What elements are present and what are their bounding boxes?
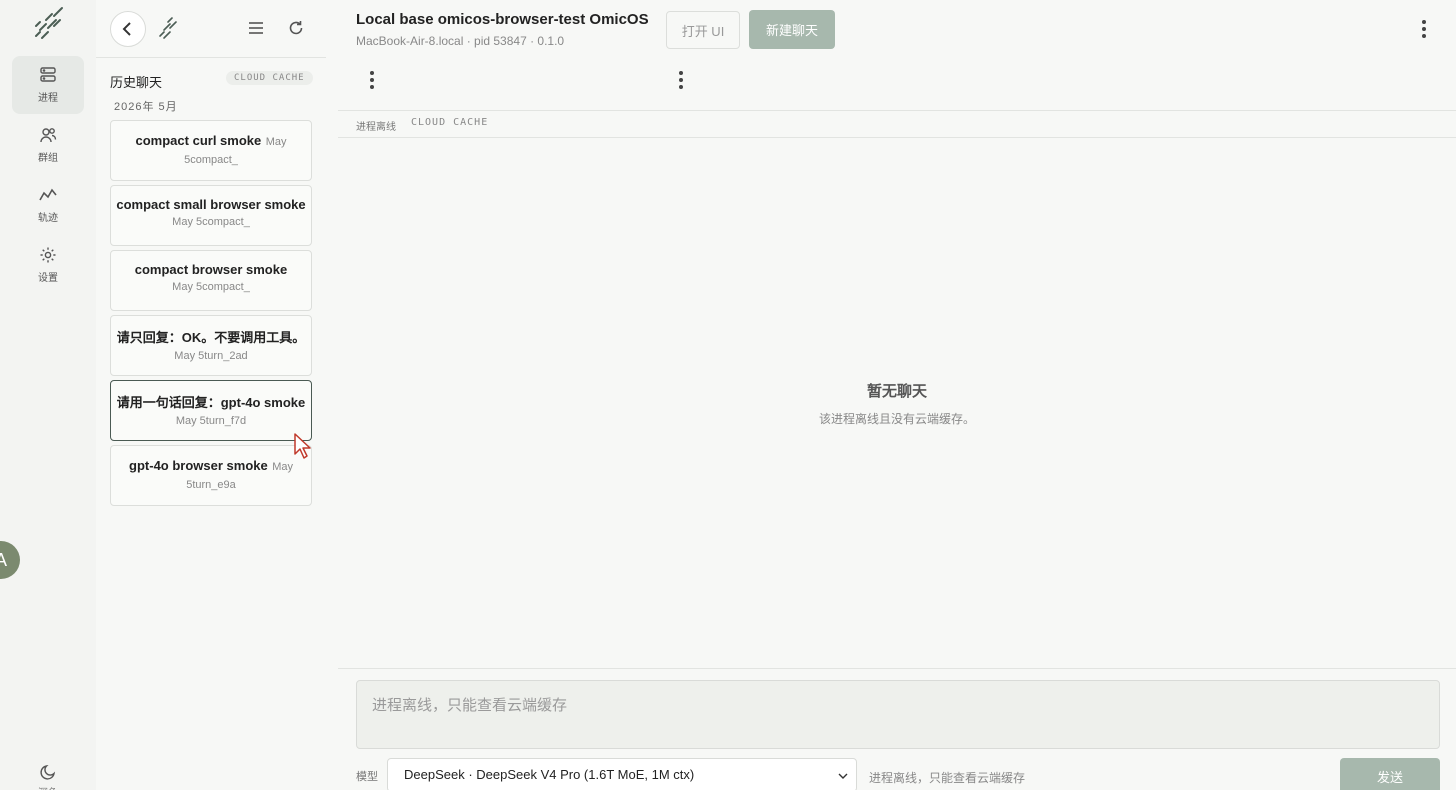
- page-subtitle: MacBook-Air-8.local · pid 53847 · 0.1.0: [356, 34, 565, 48]
- gear-icon: [40, 247, 56, 263]
- menu-icon[interactable]: [246, 18, 266, 38]
- more-options-icon[interactable]: [364, 68, 380, 92]
- refresh-icon[interactable]: [286, 18, 306, 38]
- nav-item-label: 轨迹: [38, 213, 58, 224]
- chat-card-sub: 5compact_: [184, 154, 238, 166]
- nav-item-label: 设置: [38, 273, 58, 284]
- more-options-icon[interactable]: [673, 68, 689, 92]
- composer-divider: [338, 668, 1456, 669]
- history-toolbar: [96, 0, 326, 58]
- model-select-value: DeepSeek · DeepSeek V4 Pro (1.6T MoE, 1M…: [404, 767, 695, 782]
- chat-card-date: May: [265, 136, 287, 148]
- nav-item-label: 群组: [38, 153, 58, 164]
- chat-card[interactable]: compact curl smoke May 5compact_: [110, 120, 312, 181]
- nav-item-settings[interactable]: 设置: [12, 236, 84, 294]
- chat-card-title: compact curl smoke: [135, 133, 262, 148]
- new-chat-button[interactable]: 新建聊天: [749, 10, 835, 49]
- empty-state-subtitle: 该进程离线且没有云端缓存。: [818, 412, 975, 426]
- chat-card-sub: May 5turn_f7d: [175, 415, 247, 427]
- model-select[interactable]: DeepSeek · DeepSeek V4 Pro (1.6T MoE, 1M…: [387, 758, 857, 790]
- chat-card-date: May: [272, 461, 293, 473]
- page-title: Local base omicos-browser-test OmicOS: [356, 11, 649, 28]
- avatar-letter: A: [0, 549, 7, 570]
- cloud-cache-badge: CLOUD CACHE: [226, 71, 313, 85]
- chat-card-sub: 5turn_e9a: [186, 479, 236, 491]
- moon-icon: [40, 764, 56, 780]
- chat-card-title: compact browser smoke: [134, 262, 288, 277]
- chat-card[interactable]: 请只回复：OK。不要调用工具。 May 5turn_2ad: [110, 315, 312, 376]
- mini-logo-icon: [159, 17, 177, 39]
- history-title: 历史聊天: [110, 75, 163, 90]
- theme-toggle-label: 深色: [38, 784, 58, 790]
- theme-toggle-button[interactable]: [36, 760, 60, 784]
- chat-card-sub: May 5turn_2ad: [174, 350, 248, 362]
- app-logo-icon: [35, 7, 63, 39]
- mouse-cursor-icon: [294, 433, 311, 459]
- history-date-group: 2026年 5月: [114, 101, 178, 113]
- status-strip: 进程离线 CLOUD CACHE: [338, 110, 1456, 138]
- offline-note: 进程离线，只能查看云端缓存: [869, 771, 1026, 785]
- main-panel: Local base omicos-browser-test OmicOS Ma…: [338, 0, 1456, 790]
- chat-card-title: 请用一句话回复：gpt-4o smoke: [116, 395, 306, 410]
- chat-card-title: gpt-4o browser smoke: [129, 458, 268, 473]
- users-icon: [40, 128, 57, 143]
- open-ui-button[interactable]: 打开 UI: [666, 11, 740, 49]
- trajectory-icon: [39, 188, 57, 201]
- nav-item-trajectory[interactable]: 轨迹: [12, 176, 84, 234]
- nav-item-label: 进程: [38, 93, 58, 104]
- nav-item-processes[interactable]: 进程: [12, 56, 84, 114]
- chevron-left-icon: [122, 22, 131, 36]
- send-button[interactable]: 发送: [1340, 758, 1440, 790]
- chat-card[interactable]: compact small browser smoke May 5compact…: [110, 185, 312, 246]
- chat-card[interactable]: gpt-4o browser smoke May 5turn_e9a: [110, 445, 312, 506]
- empty-state-title: 暂无聊天: [866, 383, 927, 400]
- chat-card-sub: May 5compact_: [172, 216, 250, 228]
- history-panel: 历史聊天 CLOUD CACHE 2026年 5月 compact curl s…: [96, 0, 326, 790]
- model-label: 模型: [356, 771, 378, 783]
- nav-rail: 进程 群组 轨迹 设置 A 深色: [0, 0, 96, 790]
- nav-item-groups[interactable]: 群组: [12, 116, 84, 174]
- chat-card-sub: May 5compact_: [172, 281, 250, 293]
- more-options-icon[interactable]: [1416, 17, 1432, 41]
- back-button[interactable]: [110, 11, 146, 47]
- message-input[interactable]: 进程离线，只能查看云端缓存: [356, 680, 1440, 749]
- chat-card[interactable]: compact browser smoke May 5compact_: [110, 250, 312, 311]
- chat-card-title: 请只回复：OK。不要调用工具。: [116, 330, 306, 345]
- cloud-cache-label: CLOUD CACHE: [411, 117, 489, 128]
- avatar[interactable]: A: [0, 541, 20, 579]
- process-status-label: 进程离线: [356, 122, 396, 133]
- chat-card-selected[interactable]: 请用一句话回复：gpt-4o smoke May 5turn_f7d: [110, 380, 312, 441]
- server-icon: [40, 67, 56, 82]
- chevron-down-icon: [838, 773, 848, 779]
- chat-card-title: compact small browser smoke: [116, 197, 306, 212]
